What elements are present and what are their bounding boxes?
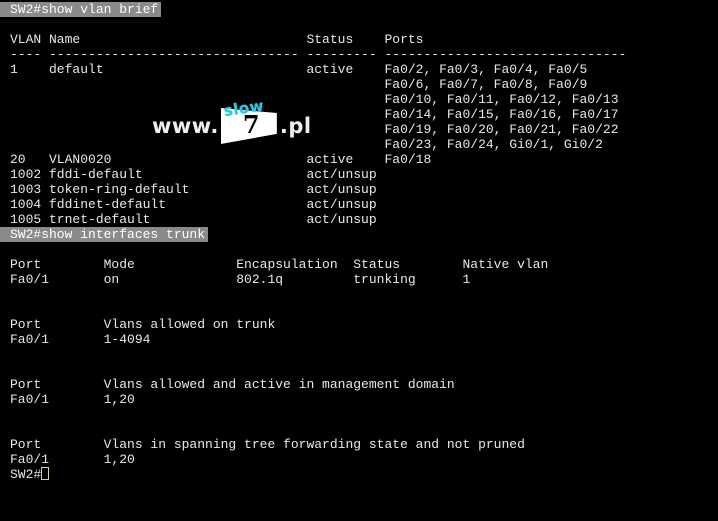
vlan-table-row: Fa0/23, Fa0/24, Gi0/1, Gi0/2 (10, 137, 603, 152)
command-text-show-vlan-brief: SW2#show vlan brief (0, 2, 162, 17)
vlan-table-row: 1003 token-ring-default act/unsup (10, 182, 377, 197)
vlan-table-row: 1004 fddinet-default act/unsup (10, 197, 377, 212)
vlan-table-row: 1 default active Fa0/2, Fa0/3, Fa0/4, Fa… (10, 62, 588, 77)
command-line-show-vlan-brief[interactable]: SW2#show vlan brief (0, 2, 718, 17)
prompt-line[interactable]: SW2# (0, 467, 718, 482)
vlan-table-header: VLAN Name Status Ports (10, 32, 424, 47)
trunk-block1-row: Fa0/1 on 802.1q trunking 1 (10, 272, 471, 287)
trunk-block3-row: Fa0/1 1,20 (10, 392, 135, 407)
terminal-window[interactable]: SW2#show vlan brief VLAN Name Status Por… (0, 0, 718, 521)
vlan-table-row: 1002 fddi-default act/unsup (10, 167, 377, 182)
command-line-show-interfaces-trunk[interactable]: SW2#show interfaces trunk (0, 227, 718, 242)
trunk-block2-header: Port Vlans allowed on trunk (10, 317, 276, 332)
vlan-table-row: Fa0/6, Fa0/7, Fa0/8, Fa0/9 (10, 77, 588, 92)
vlan-table-row: 1005 trnet-default act/unsup (10, 212, 377, 227)
vlan-table-row: 20 VLAN0020 active Fa0/18 (10, 152, 432, 167)
trunk-block2-row: Fa0/1 1-4094 (10, 332, 151, 347)
vlan-table-row: Fa0/19, Fa0/20, Fa0/21, Fa0/22 (10, 122, 619, 137)
vlan-table-separator: ---- -------------------------------- --… (10, 47, 627, 62)
command-text-show-interfaces-trunk: SW2#show interfaces trunk (0, 227, 209, 242)
vlan-table-row: Fa0/10, Fa0/11, Fa0/12, Fa0/13 (10, 92, 619, 107)
trunk-block4-row: Fa0/1 1,20 (10, 452, 135, 467)
terminal-screen: SW2#show vlan brief VLAN Name Status Por… (0, 0, 718, 482)
text-cursor[interactable] (41, 467, 50, 480)
vlan-table-row: Fa0/14, Fa0/15, Fa0/16, Fa0/17 (10, 107, 619, 122)
trunk-block3-header: Port Vlans allowed and active in managem… (10, 377, 455, 392)
prompt-text: SW2# (10, 467, 42, 482)
trunk-block1-header: Port Mode Encapsulation Status Native vl… (10, 257, 549, 272)
trunk-block4-header: Port Vlans in spanning tree forwarding s… (10, 437, 525, 452)
